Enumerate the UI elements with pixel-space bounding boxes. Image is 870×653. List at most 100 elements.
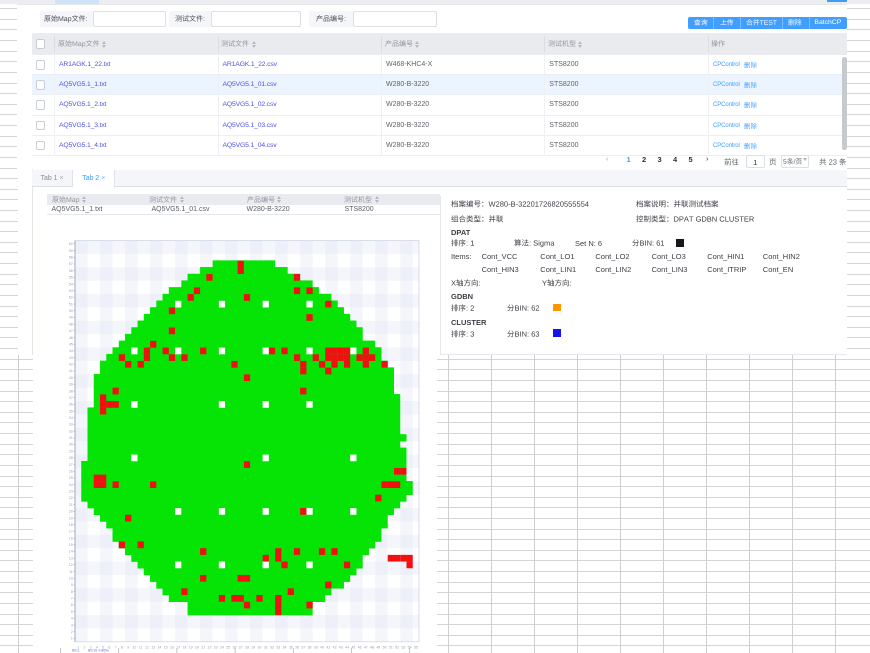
svg-text:45: 45 (351, 645, 355, 649)
svg-text:7: 7 (71, 597, 73, 601)
svg-text:1: 1 (71, 637, 73, 641)
svg-text:35: 35 (289, 645, 293, 649)
svg-text:40: 40 (320, 645, 324, 649)
svg-text:27: 27 (69, 463, 73, 467)
svg-text:33: 33 (69, 423, 73, 427)
svg-text:Bin:61 FailDie: Bin:61 FailDie (88, 649, 109, 653)
svg-text:42: 42 (333, 645, 337, 649)
svg-text:24: 24 (220, 645, 224, 649)
svg-text:14: 14 (69, 550, 73, 554)
svg-text:32: 32 (69, 429, 73, 433)
svg-text:18: 18 (69, 523, 73, 527)
svg-text:18: 18 (183, 645, 187, 649)
svg-text:31: 31 (69, 436, 73, 440)
svg-text:35: 35 (69, 409, 73, 413)
svg-text:29: 29 (69, 449, 73, 453)
svg-text:11: 11 (139, 645, 143, 649)
svg-text:44: 44 (69, 349, 73, 353)
svg-text:56: 56 (69, 269, 73, 273)
svg-text:17: 17 (69, 530, 73, 534)
svg-text:40: 40 (69, 376, 73, 380)
svg-text:41: 41 (69, 369, 73, 373)
svg-text:27: 27 (239, 645, 243, 649)
svg-text:10: 10 (69, 577, 73, 581)
svg-text:42: 42 (69, 363, 73, 367)
svg-text:39: 39 (69, 383, 73, 387)
svg-text:28: 28 (245, 645, 249, 649)
svg-text:54: 54 (69, 282, 73, 286)
svg-text:24: 24 (69, 483, 73, 487)
svg-text:7: 7 (115, 645, 117, 649)
svg-text:38: 38 (69, 389, 73, 393)
svg-text:30: 30 (258, 645, 262, 649)
svg-text:15: 15 (164, 645, 168, 649)
svg-text:49: 49 (376, 645, 380, 649)
svg-text:34: 34 (283, 645, 287, 649)
svg-text:22: 22 (69, 496, 73, 500)
svg-text:25: 25 (226, 645, 230, 649)
svg-text:37: 37 (301, 645, 305, 649)
svg-text:4: 4 (71, 617, 73, 621)
svg-text:52: 52 (395, 645, 399, 649)
svg-text:32: 32 (270, 645, 274, 649)
svg-text:5: 5 (71, 610, 73, 614)
svg-text:51: 51 (69, 302, 73, 306)
svg-text:53: 53 (401, 645, 405, 649)
svg-text:43: 43 (339, 645, 343, 649)
svg-text:30: 30 (69, 443, 73, 447)
svg-text:21: 21 (201, 645, 205, 649)
svg-text:26: 26 (69, 470, 73, 474)
svg-text:13: 13 (151, 645, 155, 649)
svg-text:50: 50 (69, 309, 73, 313)
svg-text:14: 14 (157, 645, 161, 649)
svg-text:45: 45 (69, 342, 73, 346)
svg-text:Bin:1: Bin:1 (72, 649, 80, 653)
svg-text:3: 3 (71, 623, 73, 627)
svg-text:48: 48 (370, 645, 374, 649)
svg-text:50: 50 (383, 645, 387, 649)
svg-text:52: 52 (69, 296, 73, 300)
svg-text:53: 53 (69, 289, 73, 293)
svg-text:20: 20 (195, 645, 199, 649)
svg-text:51: 51 (389, 645, 393, 649)
svg-text:23: 23 (214, 645, 218, 649)
svg-text:38: 38 (308, 645, 312, 649)
svg-text:46: 46 (69, 336, 73, 340)
svg-text:36: 36 (295, 645, 299, 649)
svg-text:55: 55 (69, 276, 73, 280)
svg-text:19: 19 (189, 645, 193, 649)
svg-text:60: 60 (69, 242, 73, 246)
svg-text:37: 37 (69, 396, 73, 400)
svg-text:49: 49 (69, 316, 73, 320)
svg-text:57: 57 (69, 262, 73, 266)
svg-text:22: 22 (208, 645, 212, 649)
svg-text:59: 59 (69, 249, 73, 253)
svg-text:48: 48 (69, 322, 73, 326)
svg-text:47: 47 (69, 329, 73, 333)
svg-text:11: 11 (69, 570, 73, 574)
svg-text:19: 19 (69, 516, 73, 520)
svg-text:28: 28 (69, 456, 73, 460)
svg-text:13: 13 (69, 556, 73, 560)
svg-text:34: 34 (69, 416, 73, 420)
svg-text:9: 9 (127, 645, 129, 649)
svg-text:2: 2 (83, 645, 85, 649)
svg-text:47: 47 (364, 645, 368, 649)
svg-text:26: 26 (233, 645, 237, 649)
svg-text:25: 25 (69, 476, 73, 480)
svg-text:9: 9 (71, 583, 73, 587)
svg-text:36: 36 (69, 403, 73, 407)
svg-text:31: 31 (264, 645, 268, 649)
svg-text:10: 10 (132, 645, 136, 649)
svg-text:12: 12 (145, 645, 149, 649)
svg-text:15: 15 (69, 543, 73, 547)
svg-text:43: 43 (69, 356, 73, 360)
svg-text:44: 44 (345, 645, 349, 649)
svg-text:16: 16 (170, 645, 174, 649)
svg-text:55: 55 (414, 645, 418, 649)
svg-text:8: 8 (71, 590, 73, 594)
svg-text:16: 16 (69, 536, 73, 540)
svg-text:2: 2 (71, 630, 73, 634)
svg-text:21: 21 (69, 503, 73, 507)
svg-text:58: 58 (69, 256, 73, 260)
